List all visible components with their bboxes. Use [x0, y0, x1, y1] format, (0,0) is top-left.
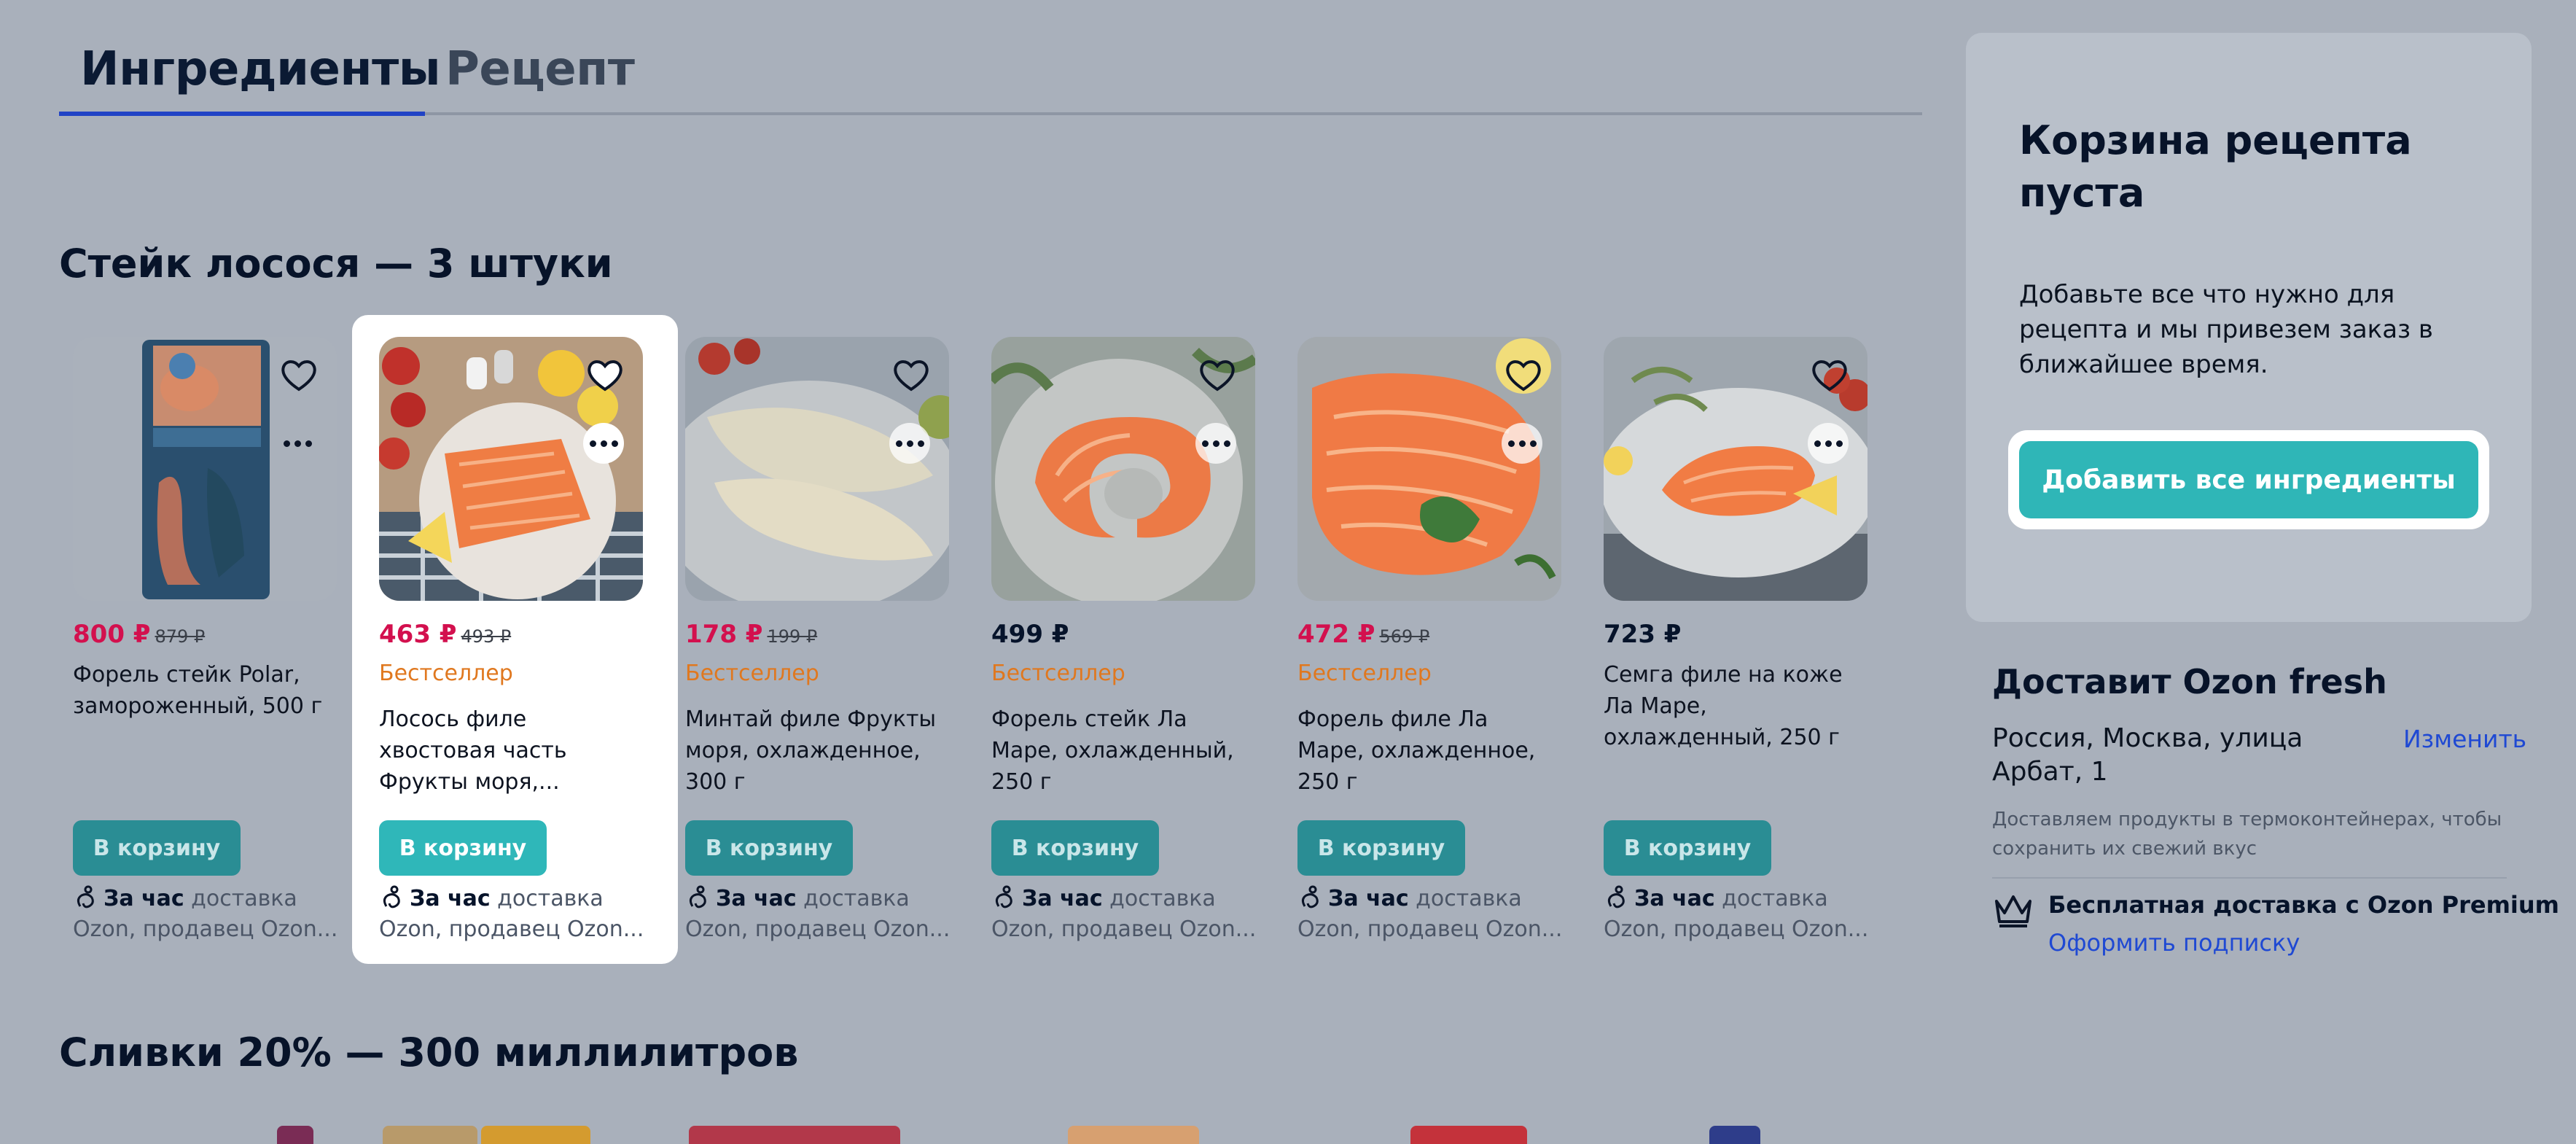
bestseller-badge: Бестселлер — [379, 661, 513, 686]
running-icon — [689, 885, 706, 908]
product-image-partial — [481, 1126, 590, 1144]
more-icon[interactable] — [583, 423, 624, 464]
bestseller-badge: Бестселлер — [685, 661, 819, 686]
tab-active-indicator — [59, 112, 425, 116]
delivery-info: За час доставка Ozon, продавец Ozon... — [1297, 885, 1563, 942]
add-all-highlight: Добавить все ингредиенты — [2008, 430, 2489, 529]
crown-icon — [1995, 895, 2031, 927]
product-image-partial — [1709, 1126, 1760, 1144]
price: 499 ₽ — [991, 620, 1069, 649]
section-title-salmon: Стейк лосося — 3 штуки — [59, 241, 613, 287]
product-card[interactable]: 723 ₽ Семга филе на коже Ла Маре, охлажден… — [1577, 315, 1883, 964]
more-icon[interactable] — [1502, 423, 1542, 464]
bestseller-badge: Бестселлер — [1297, 661, 1432, 686]
delivery-title: Доставит Ozon fresh — [1992, 662, 2387, 701]
price: 723 ₽ — [1604, 620, 1682, 649]
cart-title: Корзина рецепта пуста — [2019, 117, 2412, 216]
subscribe-link[interactable]: Оформить подписку — [2048, 929, 2300, 957]
add-to-cart-button[interactable]: В корзину — [1604, 820, 1771, 876]
product-image-partial — [689, 1126, 900, 1144]
recipe-cart-panel: Корзина рецепта пуста Добавьте все что н… — [1966, 33, 2532, 622]
add-to-cart-button[interactable]: В корзину — [1297, 820, 1465, 876]
product-image-partial — [1410, 1126, 1527, 1144]
add-to-cart-button[interactable]: В корзину — [991, 820, 1159, 876]
running-icon — [77, 885, 94, 908]
add-to-cart-button[interactable]: В корзину — [73, 820, 241, 876]
product-image[interactable] — [379, 337, 643, 601]
product-image[interactable] — [991, 337, 1255, 601]
product-image[interactable] — [73, 337, 337, 601]
change-address-link[interactable]: Изменить — [2403, 725, 2526, 753]
favorite-heart-icon[interactable] — [1502, 353, 1545, 397]
product-name[interactable]: Форель филе Ла Маре, охлажденное, 250 г — [1297, 704, 1553, 798]
tab-recipe[interactable]: Рецепт — [445, 42, 635, 96]
product-image-partial — [1068, 1126, 1199, 1144]
product-name[interactable]: Лосось филе хвостовая часть Фрукты моря,..… — [379, 704, 634, 798]
bestseller-badge: Бестселлер — [991, 661, 1125, 686]
section-title-cream: Сливки 20% — 300 миллилитров — [59, 1030, 799, 1075]
running-icon — [1301, 885, 1319, 908]
delivery-address: Россия, Москва, улица Арбат, 1 — [1992, 723, 2303, 787]
price: 463 ₽493 ₽ — [379, 620, 512, 649]
product-card[interactable]: 472 ₽569 ₽ Бестселлер Форель филе Ла Маре… — [1271, 315, 1577, 964]
running-icon — [383, 885, 400, 908]
more-icon[interactable] — [1808, 423, 1849, 464]
cart-description: Добавьте все что нужно для рецепта и мы … — [2019, 280, 2433, 379]
product-name[interactable]: Семга филе на коже Ла Маре, охлажденный, 2… — [1604, 659, 1859, 753]
product-image-partial — [277, 1126, 313, 1144]
add-to-cart-button[interactable]: В корзину — [685, 820, 853, 876]
divider — [1992, 877, 2507, 879]
premium-delivery-text: Бесплатная доставка с Ozon Premium — [2048, 891, 2559, 919]
product-image-partial — [383, 1126, 477, 1144]
more-icon[interactable] — [1195, 423, 1236, 464]
product-name[interactable]: Минтай филе Фрукты моря, охлажденное, 300 … — [685, 704, 940, 798]
product-name[interactable]: Форель стейк Polar, замороженный, 500 г — [73, 659, 328, 722]
delivery-info: За час доставка Ozon, продавец Ozon... — [379, 885, 644, 942]
favorite-heart-icon[interactable] — [1808, 353, 1851, 397]
product-card[interactable]: 178 ₽199 ₽ Бестселлер Минтай филе Фрукты… — [658, 315, 964, 964]
more-icon[interactable] — [277, 423, 318, 464]
add-all-ingredients-button[interactable]: Добавить все ингредиенты — [2019, 441, 2478, 518]
recipe-page: Ингредиенты Рецепт Стейк лосося — 3 штук… — [0, 0, 2576, 1144]
delivery-info: За час доставка Ozon, продавец Ozon... — [991, 885, 1257, 942]
product-name[interactable]: Форель стейк Ла Маре, охлажденный, 250 г — [991, 704, 1246, 798]
price: 178 ₽199 ₽ — [685, 620, 818, 649]
more-icon[interactable] — [889, 423, 930, 464]
price: 472 ₽569 ₽ — [1297, 620, 1430, 649]
favorite-heart-icon[interactable] — [583, 353, 627, 397]
favorite-heart-icon[interactable] — [1195, 353, 1239, 397]
favorite-heart-icon[interactable] — [889, 353, 933, 397]
tab-ingredients[interactable]: Ингредиенты — [80, 42, 441, 96]
product-image[interactable] — [685, 337, 949, 601]
product-image[interactable] — [1604, 337, 1867, 601]
delivery-info: За час доставка Ozon, продавец Ozon... — [1604, 885, 1869, 942]
product-card[interactable]: 800 ₽879 ₽ Форель стейк Polar, замороженн… — [46, 315, 352, 964]
product-card-active[interactable]: 463 ₽493 ₽ Бестселлер Лосось филе хвостов… — [352, 315, 678, 964]
add-to-cart-button[interactable]: В корзину — [379, 820, 547, 876]
tabs: Ингредиенты Рецепт — [59, 29, 1922, 116]
price: 800 ₽879 ₽ — [73, 620, 206, 649]
running-icon — [995, 885, 1012, 908]
product-image[interactable] — [1297, 337, 1561, 601]
delivery-info: За час доставка Ozon, продавец Ozon... — [685, 885, 951, 942]
delivery-note: Доставляем продукты в термоконтейнерах, … — [1992, 809, 2502, 860]
delivery-info: За час доставка Ozon, продавец Ozon... — [73, 885, 338, 942]
favorite-heart-icon[interactable] — [277, 353, 321, 397]
running-icon — [1607, 885, 1625, 908]
product-card[interactable]: 499 ₽ Бестселлер Форель стейк Ла Маре, ох… — [964, 315, 1271, 964]
